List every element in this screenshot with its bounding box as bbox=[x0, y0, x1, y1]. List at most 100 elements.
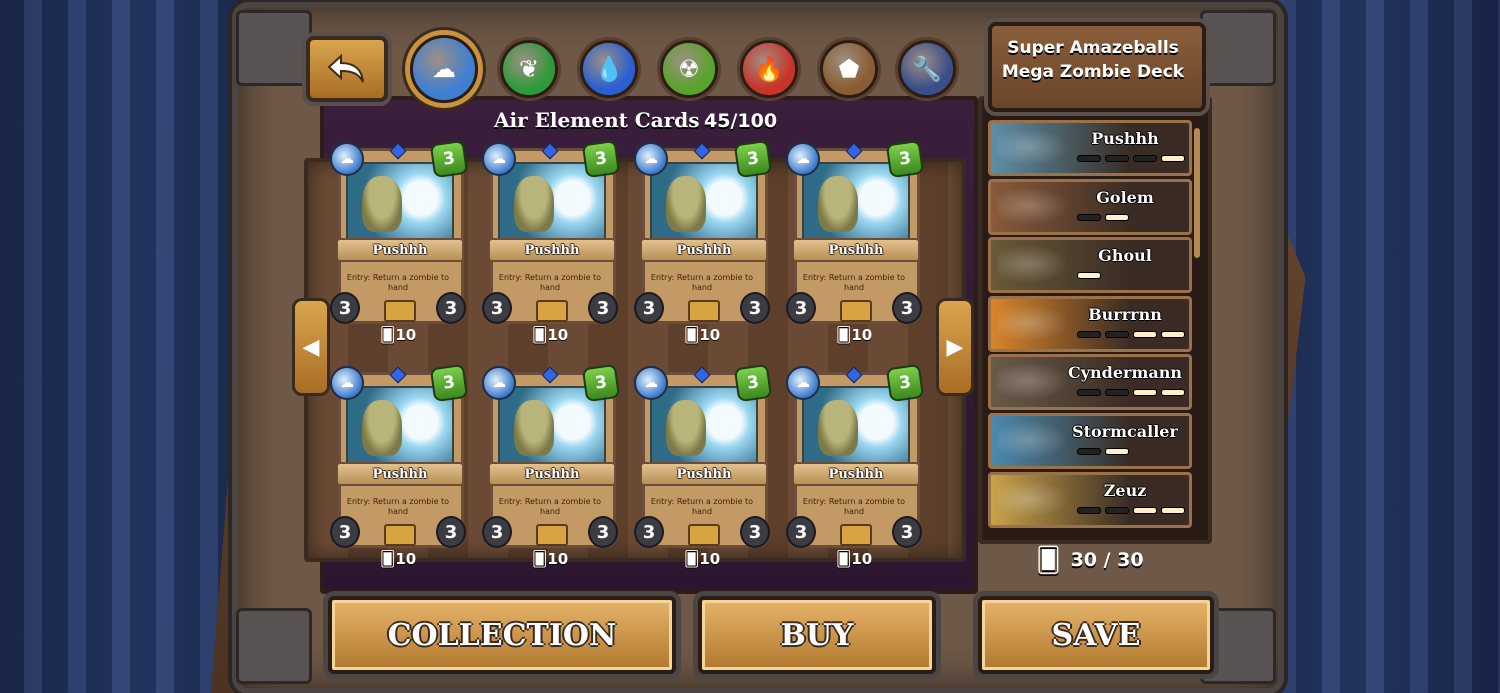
card-health: 3 bbox=[740, 292, 770, 324]
frame-corner bbox=[1200, 10, 1276, 86]
card-cost: 3 bbox=[885, 363, 925, 403]
card-health: 3 bbox=[588, 516, 618, 548]
deck-count-value: 30 / 30 bbox=[1070, 549, 1144, 571]
card[interactable]: ☁ 3 Pushhh Entry: Return a zombie to hand 3 3… bbox=[786, 139, 925, 344]
element-tab[interactable]: ⬟ bbox=[820, 40, 878, 98]
card[interactable]: ☁ 3 Pushhh Entry: Return a zombie to hand 3 3… bbox=[482, 363, 621, 568]
copy-pips bbox=[1077, 272, 1101, 280]
air-element-icon: ☁ bbox=[482, 366, 516, 400]
card-description: Entry: Return a zombie to hand bbox=[802, 273, 906, 292]
deck-item[interactable]: Zeuz bbox=[988, 471, 1192, 528]
element-tab[interactable]: 🔥 bbox=[740, 40, 798, 98]
card-copies: 🂠10 bbox=[836, 550, 872, 568]
deck-title-line2: Mega Zombie Deck bbox=[1001, 62, 1185, 82]
back-arrow-icon bbox=[327, 53, 364, 83]
air-element-icon: ☁ bbox=[330, 142, 364, 176]
copy-pip bbox=[1161, 155, 1185, 162]
card-copies-value: 10 bbox=[395, 326, 417, 344]
arrow-right-icon: ▶ bbox=[946, 334, 964, 360]
air-element-icon: ☁ bbox=[634, 366, 668, 400]
copy-pip bbox=[1105, 506, 1129, 514]
card-description: Entry: Return a zombie to hand bbox=[650, 273, 754, 292]
air-element-icon: ☁ bbox=[330, 366, 364, 400]
copy-pips bbox=[1077, 448, 1129, 455]
card[interactable]: ☁ 3 Pushhh Entry: Return a zombie to hand 3 3… bbox=[786, 363, 925, 568]
cards-icon: 🂠 bbox=[380, 326, 396, 344]
deck-item-name: Pushhh bbox=[1091, 129, 1159, 148]
card[interactable]: ☁ 3 Pushhh Entry: Return a zombie to hand 3 3… bbox=[634, 139, 773, 344]
deck-item-name: Zeuz bbox=[1103, 480, 1147, 500]
card-attack: 3 bbox=[482, 292, 512, 324]
element-tab[interactable]: ☢ bbox=[660, 40, 718, 98]
card-description: Entry: Return a zombie to hand bbox=[498, 497, 602, 516]
copy-pip bbox=[1133, 506, 1157, 514]
card-copies: 🂠10 bbox=[836, 326, 872, 344]
card-description: Entry: Return a zombie to hand bbox=[498, 273, 602, 292]
deck-item[interactable]: Golem bbox=[988, 178, 1192, 235]
deck-item[interactable]: Stormcaller bbox=[988, 413, 1192, 469]
card-name: Pushhh bbox=[336, 462, 464, 486]
cards-icon: 🂠 bbox=[1036, 546, 1061, 574]
copy-pip bbox=[1077, 389, 1101, 397]
zombie-portrait bbox=[362, 176, 402, 232]
card-health: 3 bbox=[436, 516, 466, 548]
card-copies: 🂠10 bbox=[684, 550, 720, 568]
copy-pip bbox=[1133, 330, 1157, 338]
copy-pip bbox=[1077, 330, 1101, 338]
deck-item-name: Ghoul bbox=[1098, 246, 1152, 266]
card-type-badge-icon bbox=[536, 524, 568, 546]
air-element-icon: ☁ bbox=[482, 142, 516, 176]
deck-item[interactable]: Pushhh bbox=[988, 120, 1192, 176]
air-element-icon: ☁ bbox=[786, 142, 820, 176]
cards-icon: 🂠 bbox=[684, 326, 700, 344]
frame-corner bbox=[236, 10, 312, 86]
card-description: Entry: Return a zombie to hand bbox=[802, 497, 906, 516]
card-cost: 3 bbox=[581, 363, 621, 403]
buy-button[interactable]: BUY bbox=[698, 596, 936, 674]
card-name: Pushhh bbox=[488, 462, 616, 486]
element-tab[interactable]: 🔧 bbox=[898, 40, 956, 98]
card[interactable]: ☁ 3 Pushhh Entry: Return a zombie to hand 3 3… bbox=[634, 363, 773, 568]
copy-pip bbox=[1161, 389, 1185, 397]
copy-pip bbox=[1189, 155, 1192, 162]
earth-element-icon: ❦ bbox=[518, 55, 540, 83]
card-name: Pushhh bbox=[336, 238, 464, 262]
zombie-portrait bbox=[514, 176, 554, 232]
card-type-badge-icon bbox=[384, 300, 416, 322]
card-health: 3 bbox=[740, 516, 770, 548]
card-copies: 🂠10 bbox=[684, 326, 720, 344]
card[interactable]: ☁ 3 Pushhh Entry: Return a zombie to hand 3 3… bbox=[482, 139, 621, 344]
card-health: 3 bbox=[436, 292, 466, 324]
card-cost: 3 bbox=[581, 139, 621, 179]
copy-pip bbox=[1133, 389, 1157, 397]
card-health: 3 bbox=[892, 516, 922, 548]
card-type-badge-icon bbox=[536, 300, 568, 322]
deck-scrollbar[interactable] bbox=[1194, 128, 1200, 258]
deck-item[interactable]: Burrrnn bbox=[988, 295, 1192, 352]
card[interactable]: ☁ 3 Pushhh Entry: Return a zombie to hand 3 3… bbox=[330, 363, 469, 568]
card-name: Pushhh bbox=[792, 238, 920, 262]
element-tab[interactable]: ❦ bbox=[500, 40, 558, 98]
copy-pip bbox=[1133, 155, 1157, 162]
panel-title: Air Element Cards bbox=[494, 108, 700, 132]
deck-item-name: Burrrnn bbox=[1088, 304, 1162, 324]
deck-item[interactable]: Ghoul bbox=[988, 237, 1192, 294]
deck-item[interactable]: Cyndermann bbox=[988, 354, 1192, 411]
copy-pip bbox=[1105, 448, 1129, 455]
card-type-badge-icon bbox=[688, 524, 720, 546]
next-page-button[interactable]: ▶ bbox=[936, 298, 974, 396]
card-attack: 3 bbox=[634, 292, 664, 324]
element-tab[interactable]: ☁ bbox=[410, 35, 478, 103]
element-tab[interactable]: 💧 bbox=[580, 40, 638, 98]
card[interactable]: ☁ 3 Pushhh Entry: Return a zombie to hand 3 3… bbox=[330, 139, 469, 344]
prev-page-button[interactable]: ◀ bbox=[292, 298, 330, 396]
air-element-icon: ☁ bbox=[634, 142, 668, 176]
collection-button[interactable]: COLLECTION bbox=[328, 596, 676, 674]
card-attack: 3 bbox=[330, 292, 360, 324]
card-cost: 3 bbox=[885, 139, 925, 179]
card-name: Pushhh bbox=[640, 462, 768, 486]
card-attack: 3 bbox=[634, 516, 664, 548]
save-button[interactable]: SAVE bbox=[978, 596, 1214, 674]
back-button[interactable] bbox=[306, 36, 388, 102]
deck-title[interactable]: Super Amazeballs Mega Zombie Deck bbox=[990, 36, 1196, 84]
